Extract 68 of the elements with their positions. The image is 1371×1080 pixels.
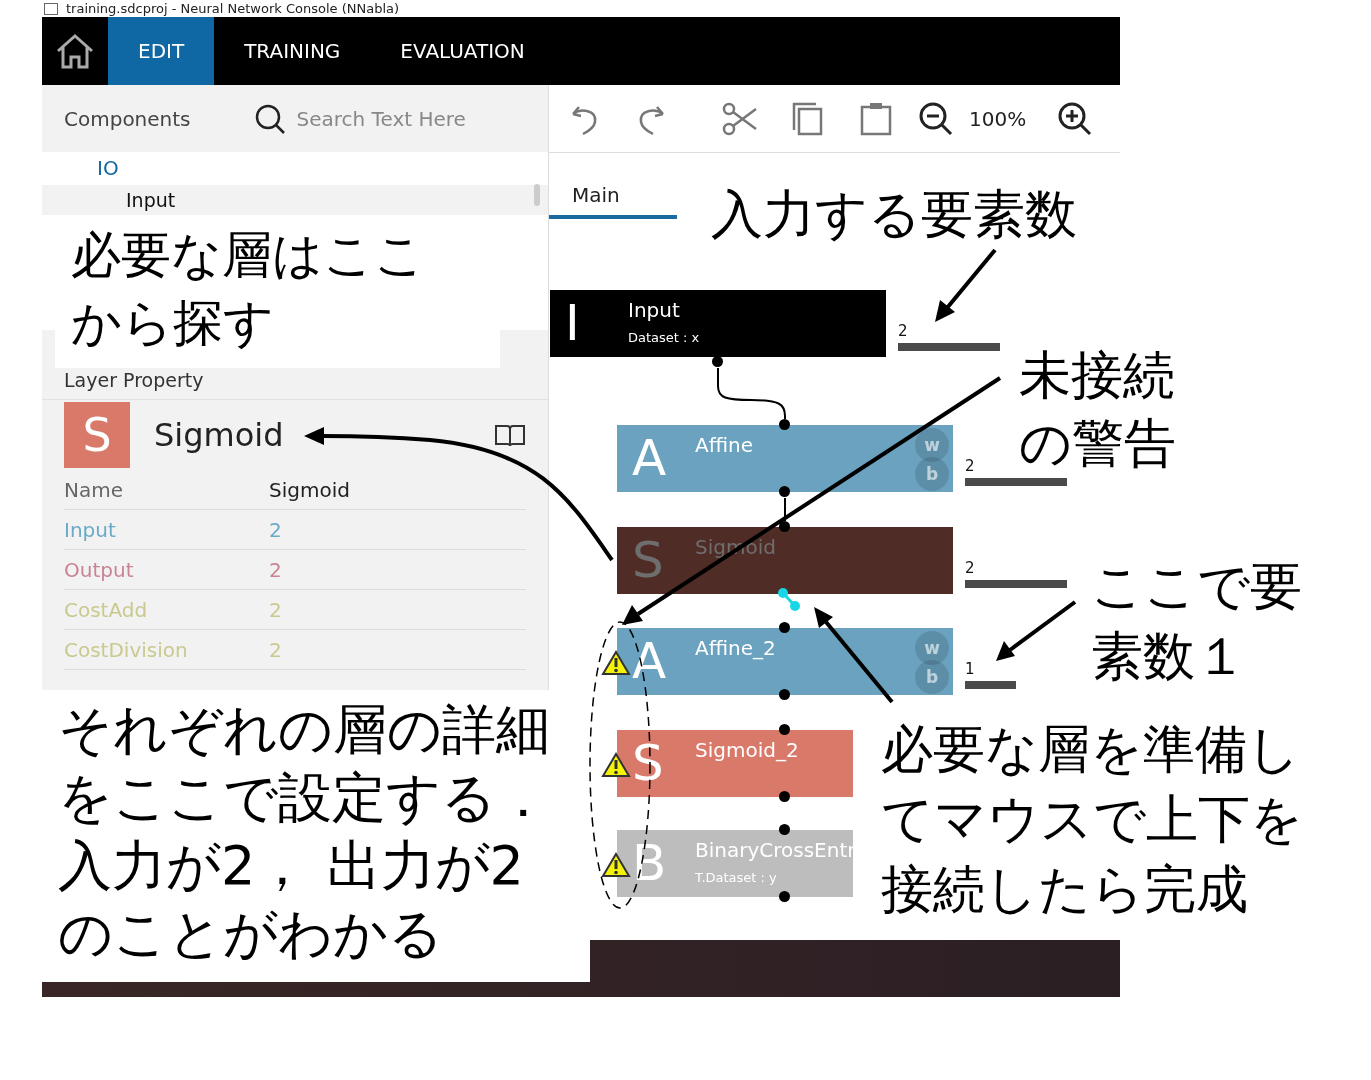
graph-tab[interactable]: Main [549, 153, 677, 219]
property-name: CostDivision [64, 637, 189, 662]
app-icon [44, 2, 58, 15]
home-icon[interactable] [55, 33, 95, 69]
layer-letter: I [565, 293, 580, 354]
layer-name: Sigmoid [154, 416, 285, 454]
layer-letter: A [632, 631, 667, 692]
nav-tab[interactable]: TRAINING [214, 17, 371, 85]
tree-item[interactable]: Input [42, 185, 548, 215]
parameter-badge: w [915, 428, 949, 462]
property-value: 2 [269, 517, 282, 542]
layer-letter: S [632, 733, 664, 794]
parameter-badge: b [915, 660, 949, 694]
input-port[interactable] [779, 521, 790, 532]
window-title: training.sdcproj - Neural Network Console (NNabla) [66, 1, 400, 16]
layer-detail: T.Dataset : y [695, 870, 777, 885]
nav-tab[interactable]: EVALUATION [370, 17, 555, 85]
output-port[interactable] [779, 891, 790, 902]
size-bar [965, 681, 1016, 689]
layer-node[interactable]: I Input Dataset : x [550, 290, 886, 357]
property-value: 2 [269, 597, 282, 622]
output-size: 2 [898, 322, 908, 340]
output-port[interactable] [779, 791, 790, 802]
output-size: 1 [965, 660, 975, 678]
layer-name: Affine [695, 433, 753, 457]
panel-title: Components [64, 106, 191, 131]
parameter-badge: b [915, 457, 949, 491]
property-value: 2 [269, 637, 282, 662]
clipboard-icon[interactable] [860, 101, 892, 136]
layer-letter: S [632, 530, 664, 591]
layer-name: Sigmoid_2 [695, 738, 799, 762]
scissors-icon[interactable] [722, 101, 758, 136]
property-value: Sigmoid [269, 477, 350, 502]
tree-group[interactable]: IO [42, 152, 548, 185]
property-name: Name [64, 477, 124, 502]
output-port[interactable] [779, 689, 790, 700]
input-port[interactable] [779, 824, 790, 835]
search-icon [254, 103, 285, 134]
layer-name: Affine_2 [695, 636, 776, 660]
input-port[interactable] [779, 419, 790, 430]
layer-letter: A [632, 428, 667, 489]
annotation-text: それぞれの層の詳細 をここで設定する． 入力が2， 出力が2 のことがわかる [42, 690, 590, 982]
scrollbar-thumb[interactable] [534, 184, 540, 206]
layer-name: BinaryCrossEntr [695, 838, 856, 862]
layer-name: Input [628, 298, 680, 322]
search-field[interactable]: Search Text Here [296, 106, 487, 131]
output-port[interactable] [712, 356, 723, 367]
zoom-level: 100% [969, 106, 1027, 131]
dragged-link-drawing [777, 587, 801, 613]
layer-letter: B [632, 833, 667, 894]
output-size: 2 [965, 559, 975, 577]
nav-tab[interactable]: EDIT [108, 17, 215, 85]
copy-icon[interactable] [792, 101, 824, 136]
property-name: Output [64, 557, 135, 582]
property-name: Input [64, 517, 117, 542]
output-size: 2 [965, 457, 975, 475]
zoom-in-icon[interactable] [1057, 100, 1094, 137]
book-icon[interactable] [494, 423, 526, 447]
zoom-out-icon[interactable] [918, 100, 954, 137]
input-port[interactable] [779, 622, 790, 633]
layer-icon: S [64, 402, 130, 468]
layer-detail: Dataset : x [628, 330, 700, 345]
panel-title: Layer Property [64, 369, 204, 391]
output-port[interactable] [779, 486, 790, 497]
property-name: CostAdd [64, 597, 149, 622]
input-port[interactable] [779, 724, 790, 735]
property-value: 2 [269, 557, 282, 582]
parameter-badge: w [915, 631, 949, 665]
